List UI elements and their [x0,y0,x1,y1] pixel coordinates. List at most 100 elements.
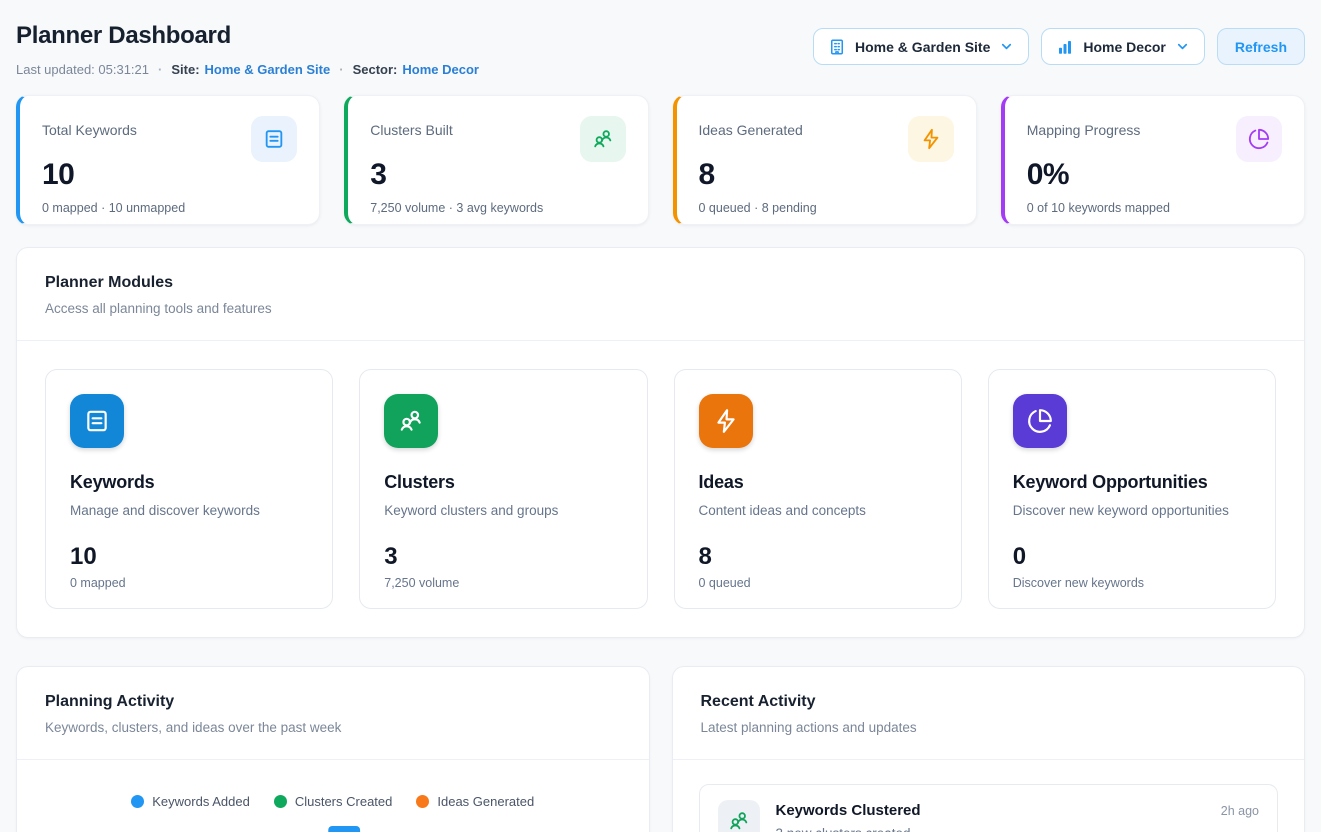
sector-meta: Sector: Home Decor [353,62,479,77]
chevron-down-icon [1175,39,1190,54]
chevron-down-icon [999,39,1014,54]
meta-separator: · [339,62,343,77]
header-left: Planner Dashboard Last updated: 05:31:21… [16,22,479,77]
site-label: Site: [171,62,199,77]
activity-title: Keywords Clustered [776,800,921,819]
sector-selector-value: Home Decor [1083,39,1165,55]
point-label-25: 25 [328,826,360,832]
stat-icon-box [908,116,954,162]
stat-subtext: 0 queued · 8 pending [699,201,954,215]
activity-text: Keywords Clustered 3 new clusters create… [776,800,921,832]
stat-subtext: 0 of 10 keywords mapped [1027,201,1282,215]
module-card-ideas[interactable]: Ideas Content ideas and concepts 8 0 que… [674,369,962,609]
module-value: 8 [699,543,937,571]
activity-timestamp: 2h ago [1221,800,1259,818]
recent-activity-panel: Recent Activity Latest planning actions … [672,666,1306,832]
recent-activity-header: Recent Activity Latest planning actions … [673,667,1305,759]
sector-link[interactable]: Home Decor [402,62,479,77]
module-description: Discover new keyword opportunities [1013,503,1251,518]
stat-value: 8 [699,158,954,192]
activity-description: 3 new clusters created [776,826,921,832]
planner-modules-panel: Planner Modules Access all planning tool… [16,247,1305,638]
module-title: Keyword Opportunities [1013,472,1251,493]
module-title: Keywords [70,472,308,493]
planner-dashboard-page: Planner Dashboard Last updated: 05:31:21… [0,0,1321,832]
stat-icon-box [1236,116,1282,162]
page-title: Planner Dashboard [16,22,479,50]
recent-activity-subtitle: Latest planning actions and updates [701,720,1277,735]
module-subtext: 0 mapped [70,576,308,590]
file-text-icon [263,128,285,150]
users-icon [728,810,750,832]
recent-activity-list: Keywords Clustered 3 new clusters create… [673,760,1305,832]
site-selector-dropdown[interactable]: Home & Garden Site [813,28,1029,65]
sector-label: Sector: [353,62,398,77]
planning-activity-subtitle: Keywords, clusters, and ideas over the p… [45,720,621,735]
pie-chart-icon [1027,408,1053,434]
legend-dot [274,795,287,808]
activity-icon-box [718,800,760,832]
modules-subtitle: Access all planning tools and features [45,301,1276,316]
legend-dot [131,795,144,808]
site-link[interactable]: Home & Garden Site [205,62,331,77]
module-value: 3 [384,543,622,571]
module-value: 0 [1013,543,1251,571]
building-icon [828,38,846,56]
stat-value: 3 [370,158,625,192]
planning-activity-title: Planning Activity [45,693,621,711]
stat-label: Mapping Progress [1027,116,1141,138]
module-icon-box [1013,394,1067,448]
stat-label: Total Keywords [42,116,137,138]
stat-label: Ideas Generated [699,116,803,138]
activity-chart: Keywords Added Clusters Created Ideas Ge… [17,760,649,832]
module-description: Manage and discover keywords [70,503,308,518]
stat-card-top: Clusters Built [370,116,625,162]
legend-label: Keywords Added [152,794,250,809]
page-header: Planner Dashboard Last updated: 05:31:21… [0,0,1321,77]
bottom-row: Planning Activity Keywords, clusters, an… [16,666,1305,832]
last-updated-text: Last updated: 05:31:21 [16,62,149,77]
stat-card-top: Ideas Generated [699,116,954,162]
chart-legend: Keywords Added Clusters Created Ideas Ge… [45,794,621,809]
users-icon [398,408,424,434]
module-card-clusters[interactable]: Clusters Keyword clusters and groups 3 7… [359,369,647,609]
stat-card-clusters-built: Clusters Built 3 7,250 volume · 3 avg ke… [344,95,648,225]
site-meta: Site: Home & Garden Site [171,62,330,77]
planning-activity-header: Planning Activity Keywords, clusters, an… [17,667,649,759]
legend-label: Clusters Created [295,794,393,809]
planning-activity-chart-svg: 25 25 [45,819,621,832]
module-card-keyword-opportunities[interactable]: Keyword Opportunities Discover new keywo… [988,369,1276,609]
bar-chart-icon [1056,38,1074,56]
header-meta: Last updated: 05:31:21 · Site: Home & Ga… [16,62,479,77]
module-value: 10 [70,543,308,571]
header-actions: Home & Garden Site Home Decor [813,28,1305,65]
module-description: Content ideas and concepts [699,503,937,518]
legend-label: Ideas Generated [437,794,534,809]
stats-row: Total Keywords 10 0 mapped · 10 unmapped… [16,95,1305,225]
legend-item-keywords-added[interactable]: Keywords Added [131,794,250,809]
stat-value: 0% [1027,158,1282,192]
module-icon-box [699,394,753,448]
module-card-keywords[interactable]: Keywords Manage and discover keywords 10… [45,369,333,609]
meta-separator: · [158,62,162,77]
activity-item-keywords-clustered: Keywords Clustered 3 new clusters create… [699,784,1279,832]
zap-icon [920,128,942,150]
legend-dot [416,795,429,808]
stat-subtext: 0 mapped · 10 unmapped [42,201,297,215]
pie-chart-icon [1248,128,1270,150]
module-icon-box [384,394,438,448]
stat-icon-box [580,116,626,162]
refresh-button[interactable]: Refresh [1217,28,1305,65]
modules-grid: Keywords Manage and discover keywords 10… [17,341,1304,637]
sector-selector-dropdown[interactable]: Home Decor [1041,28,1204,65]
legend-item-clusters-created[interactable]: Clusters Created [274,794,393,809]
stat-subtext: 7,250 volume · 3 avg keywords [370,201,625,215]
users-icon [592,128,614,150]
stat-card-mapping-progress: Mapping Progress 0% 0 of 10 keywords map… [1001,95,1305,225]
stat-value: 10 [42,158,297,192]
modules-title: Planner Modules [45,274,1276,292]
legend-item-ideas-generated[interactable]: Ideas Generated [416,794,534,809]
zap-icon [713,408,739,434]
line-chart-canvas: 25 25 [45,819,621,832]
module-subtext: 7,250 volume [384,576,622,590]
